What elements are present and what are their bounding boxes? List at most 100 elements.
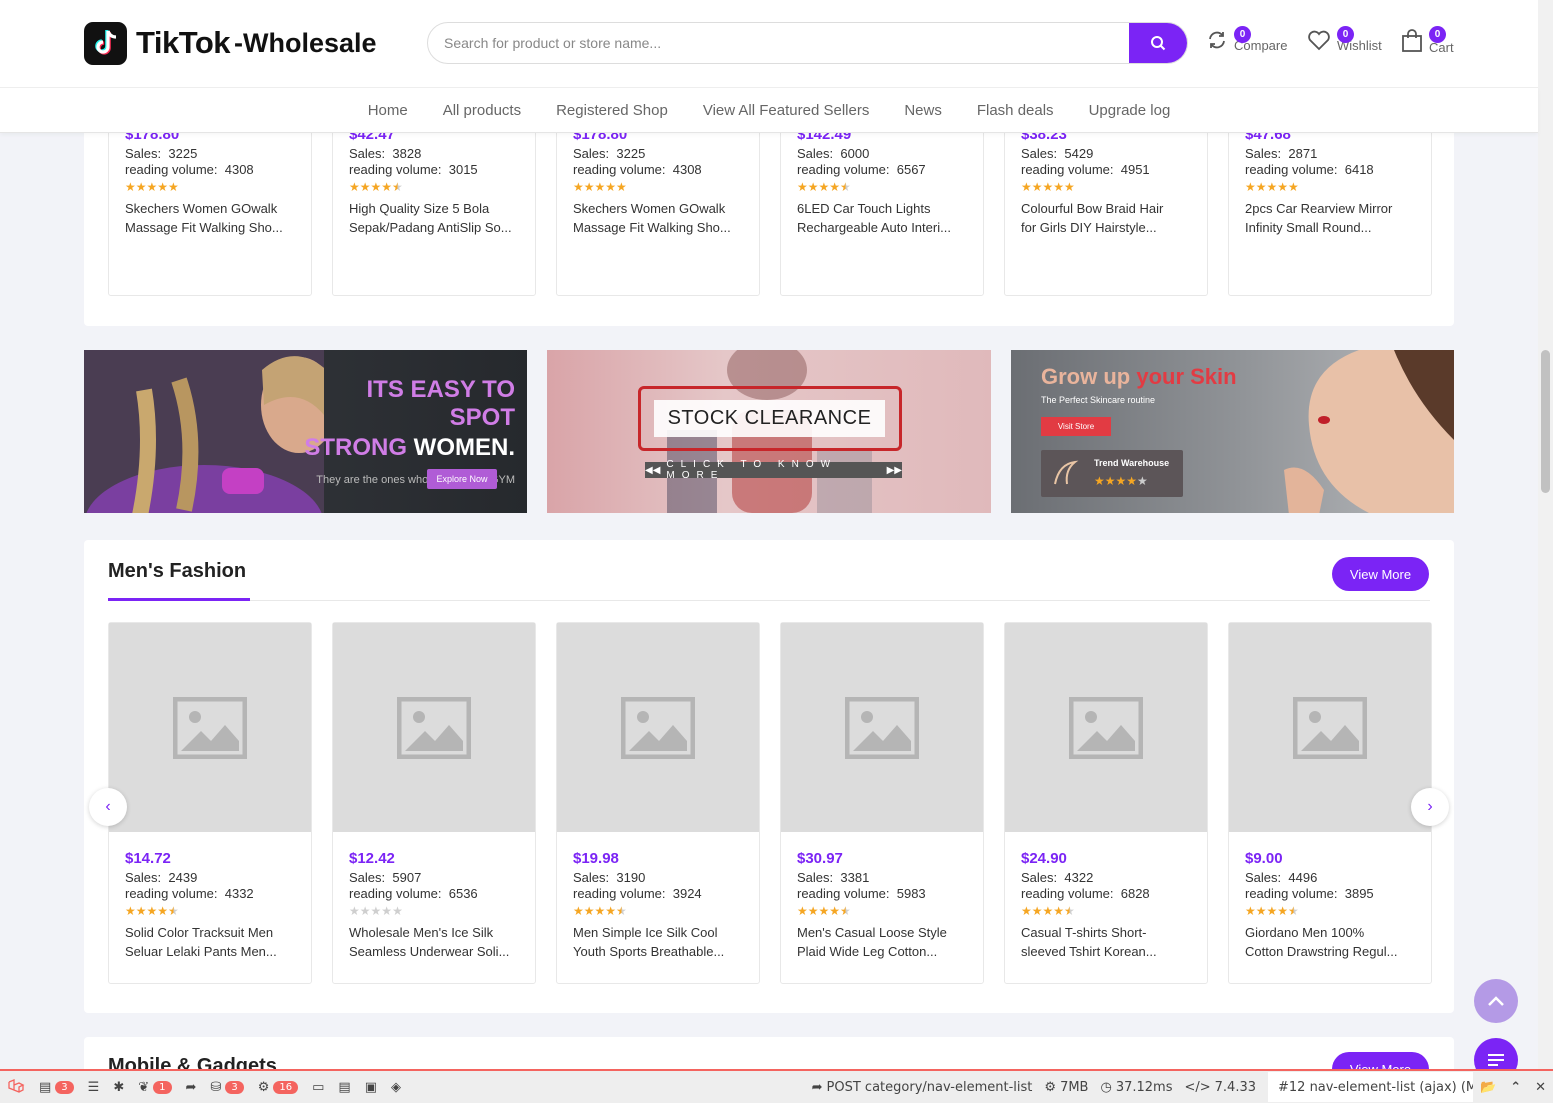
heart-icon [1308, 30, 1330, 51]
list-icon: ▤ [338, 1079, 351, 1095]
nav-news[interactable]: News [887, 102, 960, 119]
product-name[interactable]: Men Simple Ice Silk Cool Youth Sports Bre… [573, 923, 743, 961]
product-reading-volume: reading volume: 4332 [125, 886, 254, 901]
banner-skincare[interactable]: Grow up your Skin The Perfect Skincare r… [1011, 350, 1454, 513]
debugbar-route[interactable]: ➦ [179, 1071, 204, 1103]
debugbar-request[interactable]: ▣ [358, 1071, 384, 1103]
product-name[interactable]: Men's Casual Loose Style Plaid Wide Leg C… [797, 923, 967, 961]
archive-icon: ▣ [364, 1079, 377, 1095]
debugbar-models[interactable]: ⚙ 16 [251, 1071, 305, 1103]
product-name[interactable]: Skechers Women GOwalk Massage Fit Walking… [125, 199, 295, 237]
shopping-bag-icon [1402, 29, 1422, 52]
carousel-next-button[interactable]: › [1411, 788, 1449, 826]
share-icon: ➦ [811, 1079, 823, 1095]
product-reading-volume: reading volume: 4951 [1021, 162, 1150, 177]
product-reading-volume: reading volume: 3015 [349, 162, 478, 177]
close-icon: ✕ [1535, 1079, 1546, 1095]
menu-lines-icon [1488, 1054, 1504, 1066]
product-reading-volume: reading volume: 6828 [1021, 886, 1150, 901]
product-name[interactable]: Giordano Men 100% Cotton Drawstring Regul… [1245, 923, 1415, 961]
top-products-section: $178.80 Sales: 3225 reading volume: 4308… [84, 90, 1454, 326]
product-name[interactable]: Wholesale Men's Ice Silk Seamless Underwe… [349, 923, 519, 961]
nav-all-products[interactable]: All products [425, 102, 538, 119]
debugbar-tags[interactable]: ◈ [384, 1071, 408, 1103]
trend-warehouse-rating: ★★★★★ [1094, 474, 1148, 488]
debugbar-session[interactable]: ▤ [331, 1071, 357, 1103]
debugbar-maximize-button[interactable]: ⌃ [1503, 1071, 1528, 1103]
explore-now-button[interactable]: Explore Now [427, 469, 497, 489]
click-to-know-more: ◀◀ CLICK TO KNOW MORE ▶▶ [645, 459, 902, 481]
product-name[interactable]: Solid Color Tracksuit Men Seluar Lelaki P… [125, 923, 295, 961]
logo[interactable]: TikTok -Wholesale [84, 21, 377, 65]
timeline-icon: ☰ [87, 1079, 100, 1095]
nav-home[interactable]: Home [350, 102, 425, 119]
nav-upgrade-log[interactable]: Upgrade log [1071, 102, 1188, 119]
nav-flash-deals[interactable]: Flash deals [959, 102, 1071, 119]
product-name[interactable]: 2pcs Car Rearview Mirror Infinity Small R… [1245, 199, 1415, 237]
compare-link[interactable]: 0 Compare [1206, 26, 1287, 53]
rewind-icon: ◀◀ [645, 464, 661, 476]
chevron-right-icon: › [1427, 798, 1433, 815]
wishlist-link[interactable]: 0 Wishlist [1307, 26, 1382, 53]
debugbar-logo[interactable] [0, 1071, 32, 1103]
debugbar-messages[interactable]: ▤ 3 [32, 1071, 81, 1103]
product-sales: Sales: 5907 [349, 870, 422, 885]
compare-count-badge: 0 [1234, 26, 1251, 43]
banner-strong-women[interactable]: ITS EASY TO SPOT STRONG WOMEN. They are … [84, 350, 527, 513]
product-image[interactable] [557, 623, 759, 832]
product-card[interactable]: $12.42 Sales: 5907 reading volume: 6536 … [332, 622, 536, 984]
product-reading-volume: reading volume: 6418 [1245, 162, 1374, 177]
debugbar-ajax-select[interactable]: #12 nav-element-list (ajax) (M [1268, 1072, 1473, 1102]
debugbar-open-button[interactable]: 📂 [1473, 1071, 1503, 1103]
cart-link[interactable]: 0 Cart [1401, 26, 1454, 55]
debugbar-mail[interactable]: ▭ [305, 1071, 331, 1103]
product-image[interactable] [109, 623, 311, 832]
nav-featured-sellers[interactable]: View All Featured Sellers [685, 102, 886, 119]
product-name[interactable]: High Quality Size 5 Bola Sepak/Padang Ant… [349, 199, 519, 237]
search-button[interactable] [1129, 23, 1187, 63]
page-scrollbar[interactable] [1538, 0, 1553, 1070]
search-bar [427, 22, 1188, 64]
bug-icon: ✱ [113, 1079, 125, 1095]
cart-count-badge: 0 [1429, 26, 1446, 43]
debugbar-exceptions[interactable]: ✱ [106, 1071, 131, 1103]
product-card[interactable]: $14.72 Sales: 2439 reading volume: 4332 … [108, 622, 312, 984]
product-card[interactable]: $30.97 Sales: 3381 reading volume: 5983 … [780, 622, 984, 984]
logo-subtext: -Wholesale [234, 27, 377, 58]
banner3-title-b: your Skin [1136, 364, 1237, 389]
product-card[interactable]: $24.90 Sales: 4322 reading volume: 6828 … [1004, 622, 1208, 984]
carousel-prev-button[interactable]: ‹ [89, 788, 127, 826]
view-more-button[interactable]: View More [1332, 557, 1429, 591]
debugbar-close-button[interactable]: ✕ [1528, 1071, 1553, 1103]
visit-store-button[interactable]: Visit Store [1041, 417, 1111, 436]
product-rating: ★★★★★ [573, 180, 627, 194]
product-card[interactable]: $19.98 Sales: 3190 reading volume: 3924 … [556, 622, 760, 984]
banner1-line2a: STRONG [304, 434, 407, 461]
mens-fashion-section: Men's Fashion View More $14.72 Sales: 24… [84, 540, 1454, 1013]
product-name[interactable]: Colourful Bow Braid Hair for Girls DIY Ha… [1021, 199, 1191, 237]
image-placeholder-icon [1293, 696, 1367, 759]
debugbar-timeline[interactable]: ☰ [81, 1071, 107, 1103]
banner-stock-clearance[interactable]: STOCK CLEARANCE ◀◀ CLICK TO KNOW MORE ▶▶ [547, 350, 991, 513]
nav-registered-shop[interactable]: Registered Shop [539, 102, 686, 119]
product-reading-volume: reading volume: 5983 [797, 886, 926, 901]
product-name[interactable]: Casual T-shirts Short-sleeved Tshirt Kor… [1021, 923, 1191, 961]
scrollbar-thumb[interactable] [1541, 350, 1550, 493]
product-image[interactable] [1005, 623, 1207, 832]
product-name[interactable]: 6LED Car Touch Lights Rechargeable Auto I… [797, 199, 967, 237]
product-rating: ★★★★★ [1245, 180, 1299, 194]
scroll-to-top-button[interactable] [1474, 979, 1518, 1023]
product-image[interactable] [781, 623, 983, 832]
image-placeholder-icon [397, 696, 471, 759]
product-name[interactable]: Skechers Women GOwalk Massage Fit Walking… [573, 199, 743, 237]
woman-gym-image [84, 350, 324, 513]
product-card[interactable]: $9.00 Sales: 4496 reading volume: 3895 ★… [1228, 622, 1432, 984]
product-image[interactable] [333, 623, 535, 832]
debugbar-views[interactable]: ❦ 1 [131, 1071, 178, 1103]
product-image[interactable] [1229, 623, 1431, 832]
search-input[interactable] [428, 23, 1128, 63]
debugbar-queries[interactable]: ⛁ 3 [203, 1071, 250, 1103]
product-sales: Sales: 6000 [797, 146, 870, 161]
product-price: $12.42 [349, 850, 395, 867]
cubes-icon: ⚙ [257, 1079, 270, 1095]
